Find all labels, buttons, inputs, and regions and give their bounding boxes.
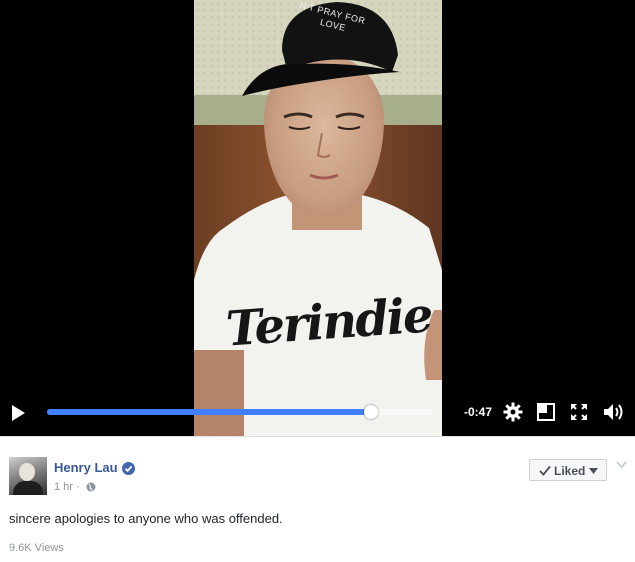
time-remaining: -0:47 bbox=[464, 405, 493, 419]
author-name[interactable]: Henry Lau bbox=[54, 460, 118, 475]
progress-bar[interactable] bbox=[47, 405, 433, 419]
avatar-body bbox=[13, 481, 43, 495]
timestamp[interactable]: 1 hr · bbox=[54, 481, 80, 493]
popout-icon[interactable] bbox=[536, 402, 556, 422]
shirt-print: Terindie bbox=[224, 287, 434, 358]
post-meta: 1 hr · bbox=[54, 481, 96, 493]
video-frame[interactable]: N'T PRAY FOR LOVE Terindie bbox=[194, 0, 442, 436]
globe-icon bbox=[86, 482, 96, 492]
avatar-head bbox=[19, 463, 35, 481]
verified-badge-icon bbox=[122, 462, 135, 475]
chevron-down-icon[interactable] bbox=[616, 461, 627, 469]
gear-icon[interactable] bbox=[503, 402, 523, 422]
fullscreen-icon[interactable] bbox=[569, 402, 589, 422]
check-icon bbox=[539, 465, 551, 476]
avatar[interactable] bbox=[9, 457, 47, 495]
view-count: 9.6K Views bbox=[9, 542, 64, 554]
liked-label: Liked bbox=[554, 464, 586, 478]
post-details: Henry Lau 1 hr · Liked sincere apologies… bbox=[0, 436, 635, 562]
video-player[interactable]: N'T PRAY FOR LOVE Terindie -0:47 bbox=[0, 0, 635, 436]
liked-button[interactable]: Liked bbox=[529, 459, 607, 481]
progress-fill bbox=[47, 409, 372, 415]
play-icon[interactable] bbox=[9, 403, 27, 423]
post-message: sincere apologies to anyone who was offe… bbox=[9, 511, 283, 526]
volume-icon[interactable] bbox=[602, 402, 626, 422]
player-controls: -0:47 bbox=[0, 392, 635, 436]
progress-thumb[interactable] bbox=[364, 405, 379, 419]
caret-down-icon bbox=[589, 468, 599, 474]
